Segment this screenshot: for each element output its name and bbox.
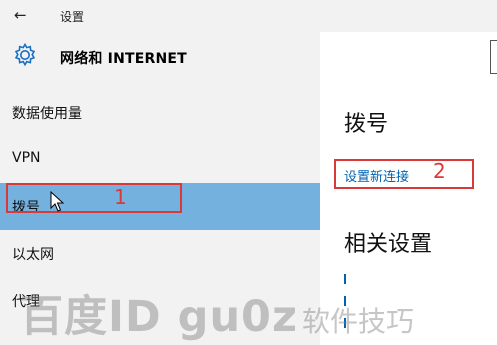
title-bar: ← 设置 — [0, 0, 497, 32]
related-settings-title: 相关设置 — [344, 232, 433, 257]
nav-item-ethernet[interactable]: 以太网 — [0, 230, 320, 277]
mouse-pointer-icon — [50, 191, 65, 212]
page-title: 拨号 — [344, 112, 389, 137]
annotation-number-1: 1 — [114, 185, 127, 209]
nav-item-label: 代理 — [12, 294, 40, 310]
section-title: 网络和 INTERNET — [60, 51, 187, 67]
annotation-box-2 — [334, 159, 474, 189]
back-arrow-icon[interactable]: ← — [14, 6, 27, 24]
nav-item-proxy[interactable]: 代理 — [0, 277, 320, 324]
related-link[interactable] — [344, 296, 346, 306]
annotation-number-2: 2 — [433, 159, 446, 183]
related-link[interactable] — [344, 274, 346, 284]
nav-item-vpn[interactable]: VPN — [0, 136, 320, 183]
nav-item-label: 以太网 — [12, 247, 54, 263]
annotation-box-1 — [6, 183, 182, 213]
gear-icon — [14, 42, 36, 67]
related-link[interactable] — [344, 318, 346, 328]
window-title: 设置 — [60, 10, 85, 24]
nav-item-label: VPN — [12, 150, 41, 166]
search-box-edge[interactable] — [490, 40, 497, 74]
nav-item-label: 数据使用量 — [12, 106, 82, 122]
nav-item-data-usage[interactable]: 数据使用量 — [0, 89, 320, 136]
